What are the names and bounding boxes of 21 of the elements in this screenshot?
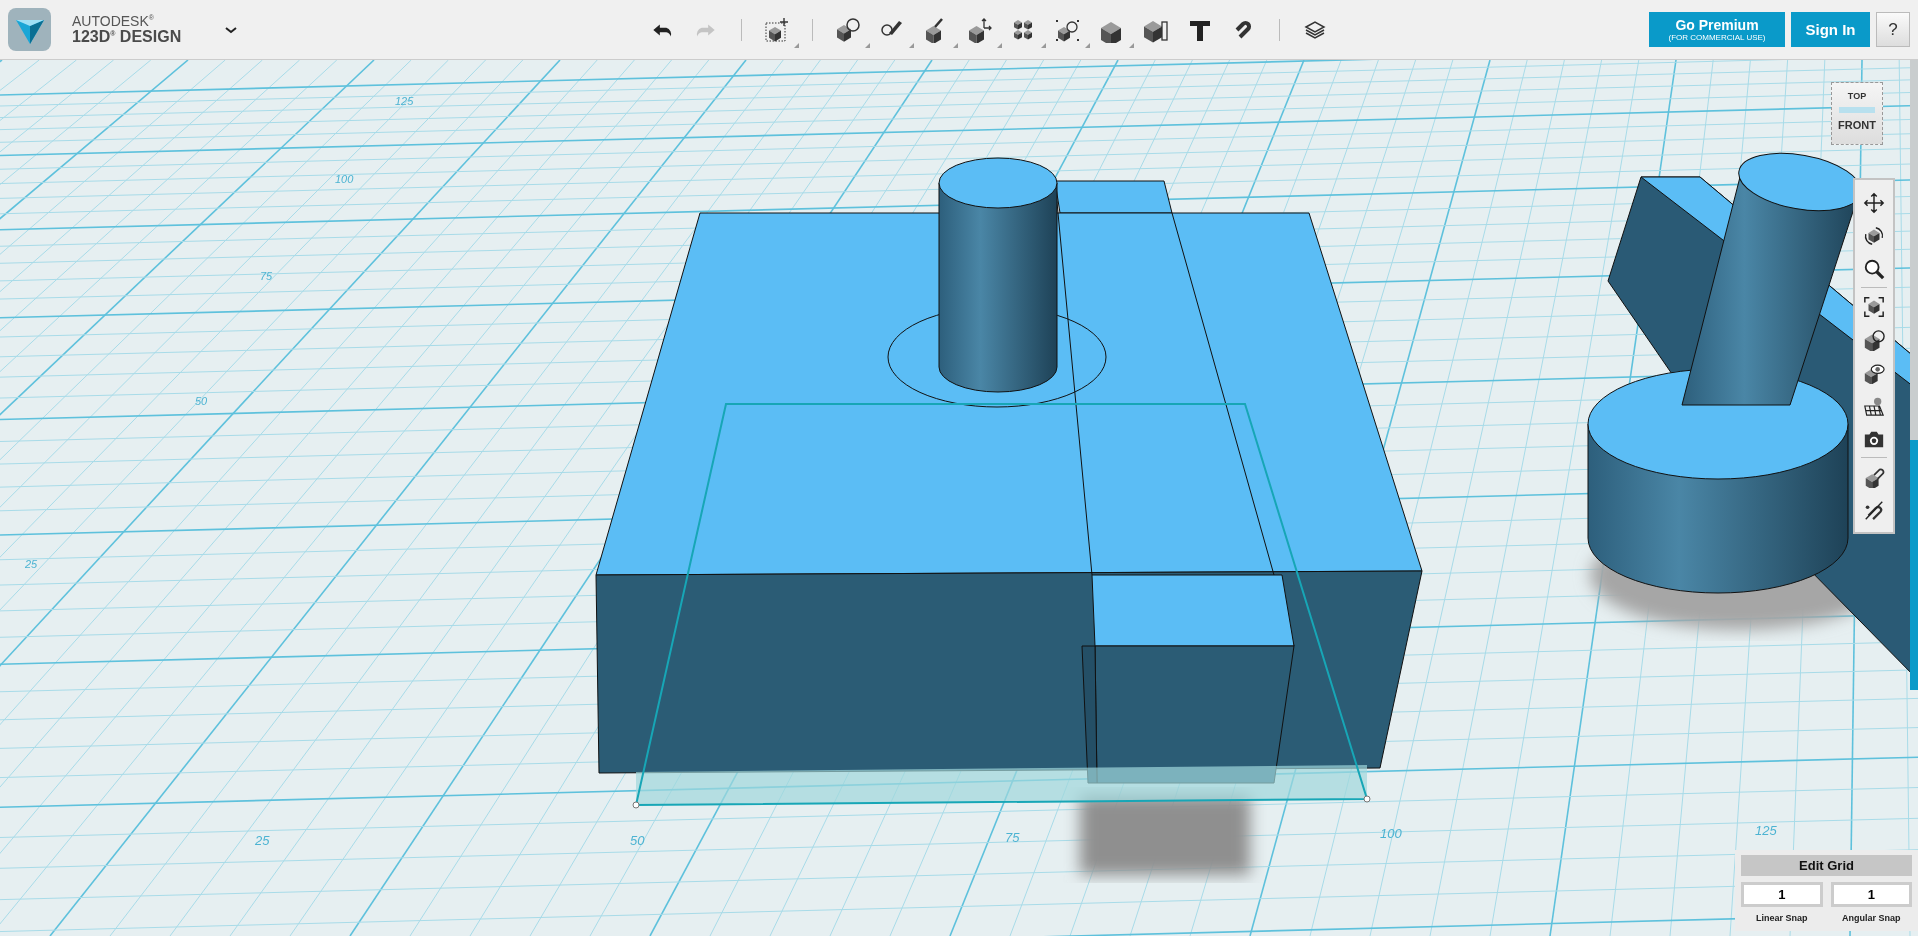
product-name: 123D$^{®}$ DESIGN: [72, 29, 182, 45]
grid-label: 25: [25, 558, 38, 570]
grid-label: 50: [630, 833, 645, 848]
edit-grid-button[interactable]: Edit Grid: [1741, 855, 1912, 876]
grid-label: 50: [195, 395, 208, 407]
grid-label: 125: [1755, 823, 1777, 838]
front-face-button[interactable]: FRONT: [1838, 119, 1876, 131]
snap-input-field[interactable]: 1: [1741, 882, 1823, 907]
grid-label: 100: [335, 173, 354, 185]
brand-name: AUTODESK$^{®}$: [72, 14, 155, 28]
grid-label: 75: [260, 270, 273, 282]
help-button[interactable]: ?: [1876, 12, 1910, 47]
snap-label: Linear Snap: [1755, 913, 1809, 923]
snap-input-field[interactable]: 1: [1830, 882, 1912, 907]
top-face-button[interactable]: TOP: [1847, 91, 1867, 101]
snap-label: Angular Snap: [1841, 913, 1902, 923]
grid-label: 125: [395, 95, 414, 107]
view-cube[interactable]: TOP FRONT: [1831, 82, 1883, 145]
grid-label: 100: [1380, 826, 1402, 841]
grid-label: 75: [1005, 830, 1020, 845]
grid-label: 25: [255, 833, 270, 848]
